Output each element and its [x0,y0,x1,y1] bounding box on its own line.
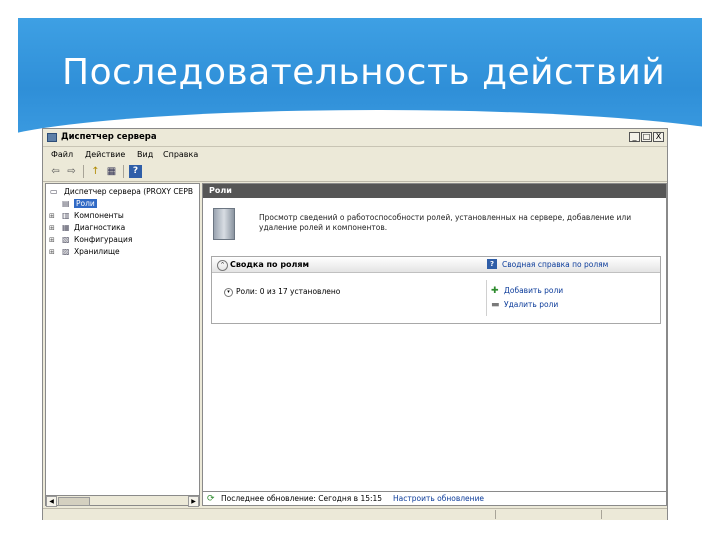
storage-icon: ▨ [62,247,70,256]
remove-roles-link[interactable]: Удалить роли [504,300,558,309]
add-roles-link[interactable]: Добавить роли [504,286,563,295]
navigation-tree: ▭ Диспетчер сервера (PROXY СЕРВ ▤ Роли ⊞… [45,183,200,506]
roles-actions: ✚ Добавить роли ▬ Удалить роли [486,280,651,316]
help-icon: ? [487,259,497,269]
features-icon: ▥ [62,211,70,220]
roles-status[interactable]: ▾ Роли: 0 из 17 установлено [224,287,340,297]
menu-file[interactable]: Файл [51,150,73,159]
diagnostics-icon: ▦ [62,223,70,232]
roles-description: Просмотр сведений о работоспособности ро… [213,208,653,248]
expand-icon[interactable]: ⊞ [49,236,55,244]
toolbar: ⇦ ⇨ ↑ ▦ ? [43,162,667,182]
roles-pane-title: Роли [209,186,232,195]
toolbar-separator [83,165,84,178]
last-refresh-text: Последнее обновление: Сегодня в 15:15 [221,494,383,503]
scroll-right-arrow-icon[interactable]: ▶ [188,496,199,507]
slide-title: Последовательность действий [62,52,666,93]
scroll-left-arrow-icon[interactable]: ◀ [46,496,57,507]
close-button[interactable]: X [653,132,664,142]
maximize-button[interactable]: □ [641,132,652,142]
tree-item-label: Конфигурация [74,235,133,244]
back-arrow-icon[interactable]: ⇦ [49,165,62,178]
roles-icon: ▤ [62,199,70,208]
tree-horizontal-scrollbar[interactable]: ◀ ▶ [45,495,200,507]
tree-item-label: Диагностика [74,223,126,232]
remove-roles-icon: ▬ [491,299,500,310]
configure-refresh-link[interactable]: Настроить обновление [393,494,484,503]
status-divider [495,510,496,519]
tree-item-label: Компоненты [74,211,124,220]
tree-item-label: Роли [74,199,97,208]
status-divider [601,510,602,519]
scroll-thumb[interactable] [58,497,90,506]
roles-pane: Роли Просмотр сведений о работоспособнос… [202,183,667,492]
roles-description-text: Просмотр сведений о работоспособности ро… [259,213,632,232]
window-title: Диспетчер сервера [61,132,157,142]
roles-summary-title: Сводка по ролям [230,260,310,269]
roles-status-text: Роли: 0 из 17 установлено [236,287,341,296]
expand-status-icon[interactable]: ▾ [224,287,233,297]
configuration-icon: ▧ [62,235,70,244]
tree-item-label: Хранилище [74,247,120,256]
refresh-icon[interactable]: ⟳ [207,494,217,504]
expand-icon[interactable]: ⊞ [49,212,55,220]
help-icon[interactable]: ? [129,165,142,178]
properties-icon[interactable]: ▦ [105,165,118,178]
server-manager-app-icon [47,133,57,142]
expand-icon[interactable]: ⊞ [49,248,55,256]
remove-roles-action[interactable]: ▬ Удалить роли [491,300,558,310]
window-titlebar[interactable]: Диспетчер сервера _ □ X [43,129,667,147]
menu-view[interactable]: Вид [137,150,153,159]
roles-pane-header: Роли [203,184,666,198]
add-roles-icon: ✚ [491,285,499,296]
expand-icon[interactable]: ⊞ [49,224,55,232]
server-manager-icon: ▭ [50,187,58,196]
roles-summary-header: ⌃ Сводка по ролям ? Сводная справка по р… [212,257,660,273]
up-folder-icon[interactable]: ↑ [89,165,102,178]
server-illustration-icon [213,208,235,240]
forward-arrow-icon[interactable]: ⇨ [65,165,78,178]
refresh-status-area: ⟳ Последнее обновление: Сегодня в 15:15 … [202,492,667,506]
menu-bar: Файл Действие Вид Справка [43,147,667,161]
roles-summary-section: ⌃ Сводка по ролям ? Сводная справка по р… [211,256,661,324]
add-roles-action[interactable]: ✚ Добавить роли [491,286,563,296]
menu-action[interactable]: Действие [85,150,125,159]
menu-help[interactable]: Справка [163,150,198,159]
server-manager-window: Диспетчер сервера _ □ X Файл Действие Ви… [42,128,668,520]
window-status-bar [43,508,667,520]
tree-item-label: Диспетчер сервера (PROXY СЕРВ [64,187,194,196]
collapse-icon[interactable]: ⌃ [217,260,228,271]
minimize-button[interactable]: _ [629,132,640,142]
roles-summary-help-link[interactable]: Сводная справка по ролям [502,260,608,269]
toolbar-separator [123,165,124,178]
